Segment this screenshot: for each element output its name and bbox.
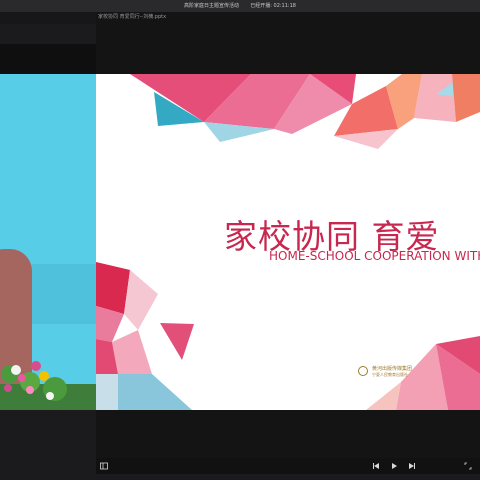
publisher-name: 黄河出版传媒集团 <box>372 366 413 372</box>
meeting-name: 高阶家庭日主题宣传活动 <box>184 3 240 9</box>
window-bottom-edge <box>0 474 480 480</box>
camera-feed <box>0 44 96 410</box>
presentation-file-title: 家校协同 育爱同行--刘楠.pptx <box>98 14 167 20</box>
sidebar-toggle-icon[interactable] <box>100 458 108 474</box>
flowers <box>0 361 96 410</box>
slide: 家校协同 育爱 HOME-SCHOOL COOPERATION WITH 黄河出… <box>96 74 480 410</box>
meeting-title: 高阶家庭日主题宣传活动 已经开播: 02:11:18 <box>0 0 480 12</box>
publisher-sub-name: 宁夏人民教育出版社 <box>372 372 408 377</box>
next-icon[interactable] <box>408 458 416 474</box>
elapsed-time: 已经开播: 02:11:18 <box>250 3 296 9</box>
expand-icon[interactable] <box>464 458 472 474</box>
publisher-seal-icon <box>358 366 368 376</box>
play-icon[interactable] <box>390 458 398 474</box>
slide-title-english: HOME-SCHOOL COOPERATION WITH <box>269 249 480 263</box>
previous-icon[interactable] <box>372 458 380 474</box>
presentation-controls <box>96 458 480 474</box>
window-title-bar: 高阶家庭日主题宣传活动 已经开播: 02:11:18 <box>0 0 480 12</box>
